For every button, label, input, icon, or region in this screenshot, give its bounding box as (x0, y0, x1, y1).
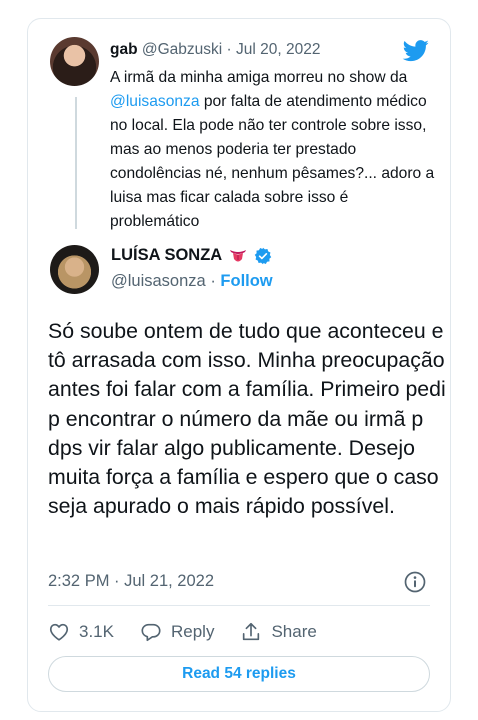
quoted-author-name[interactable]: gab (110, 41, 138, 58)
author-handle[interactable]: @luisasonza (111, 272, 206, 290)
info-icon[interactable] (404, 571, 426, 593)
reply-button[interactable]: Reply (140, 621, 214, 643)
quoted-author-handle[interactable]: @Gabzuski (142, 41, 222, 58)
thread-connector-line (75, 97, 77, 229)
share-button[interactable]: Share (240, 621, 317, 643)
read-replies-button[interactable]: Read 54 replies (48, 656, 430, 692)
action-divider (48, 605, 430, 606)
action-bar: 3.1K Reply Share (48, 619, 343, 645)
share-icon (243, 622, 260, 641)
share-label: Share (271, 622, 317, 641)
quoted-tweet-date[interactable]: Jul 20, 2022 (236, 41, 320, 58)
reply-bubble-icon (141, 623, 161, 642)
reply-label: Reply (170, 622, 215, 641)
follow-button[interactable]: Follow (220, 272, 272, 290)
verified-badge-icon (254, 247, 272, 264)
quoted-tweet-text: A irmã da minha amiga morreu no show da … (110, 66, 435, 234)
like-count: 3.1K (79, 622, 114, 641)
quoted-tweet-header: gab @Gabzuski · Jul 20, 2022 (110, 41, 321, 59)
mention-link[interactable]: @luisasonza (110, 93, 200, 110)
quoted-author-avatar[interactable] (50, 37, 99, 86)
tweet-timestamp[interactable]: 2:32 PM · Jul 21, 2022 (48, 572, 214, 591)
tongue-emoji-icon (230, 249, 247, 261)
header-separator: · (226, 41, 232, 58)
handle-separator: · (210, 272, 216, 290)
author-name-row: LUÍSA SONZA (111, 246, 272, 265)
author-name[interactable]: LUÍSA SONZA (111, 246, 222, 265)
twitter-bird-icon[interactable] (402, 40, 430, 62)
tweet-text: Só soube ontem de tudo que aconteceu e t… (48, 319, 446, 519)
heart-icon (49, 623, 69, 641)
quoted-text-start: A irmã da minha amiga morreu no show da (110, 69, 408, 86)
author-avatar[interactable] (50, 245, 99, 294)
like-button[interactable]: 3.1K (48, 621, 114, 643)
quoted-text-end: por falta de atendimento médico no local… (110, 93, 435, 230)
author-handle-row: @luisasonza · Follow (111, 272, 273, 291)
